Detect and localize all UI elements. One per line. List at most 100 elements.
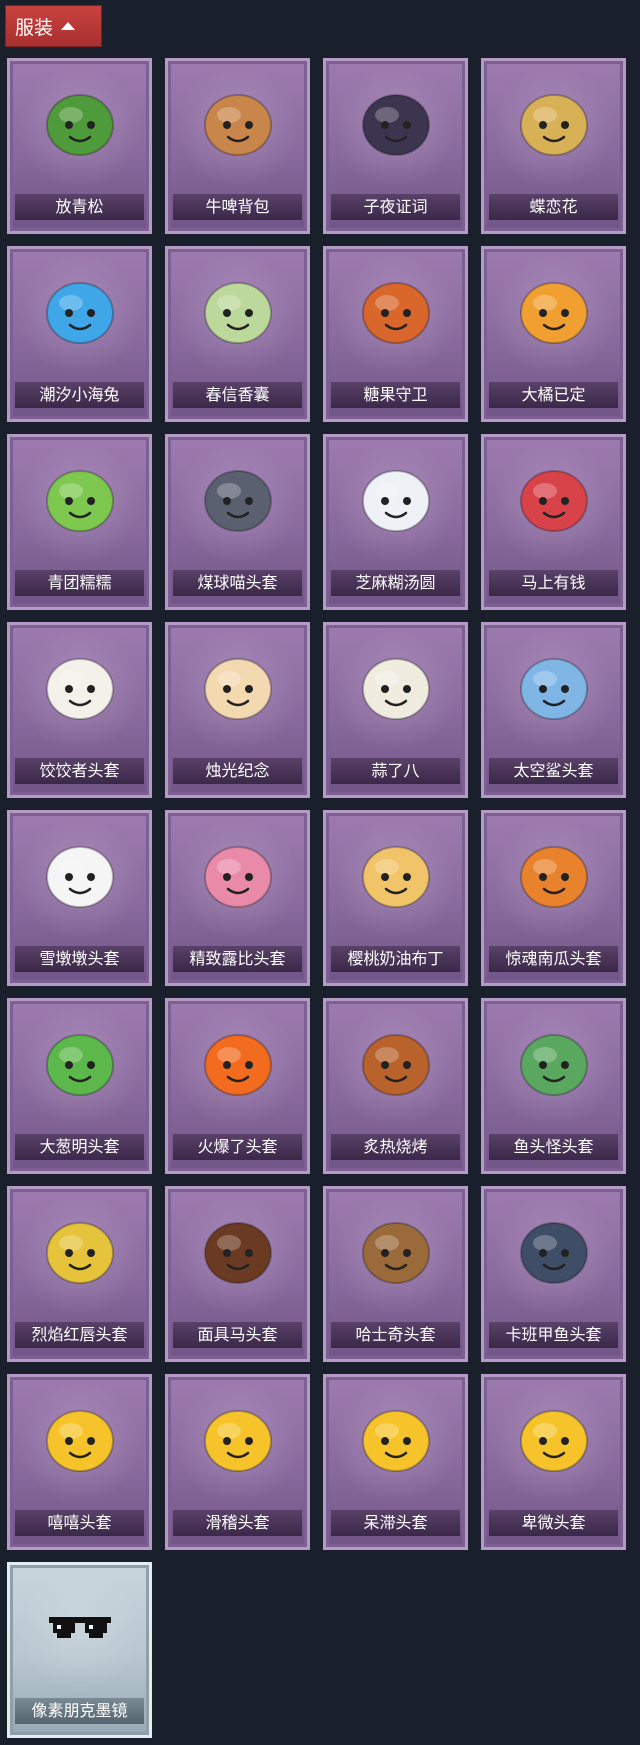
costume-item-card[interactable]: 精致露比头套 (165, 810, 310, 986)
costume-item-card[interactable]: 哈士奇头套 (323, 1186, 468, 1362)
costume-item-label: 鱼头怪头套 (489, 1134, 618, 1160)
costume-item-card[interactable]: 惊魂南瓜头套 (481, 810, 626, 986)
cherry-pudding-icon (355, 831, 437, 913)
costume-item-label: 子夜证词 (331, 194, 460, 220)
costume-item-label: 哈士奇头套 (331, 1322, 460, 1348)
costume-item-label: 青团糯糯 (15, 570, 144, 596)
sachet-pouch-icon (197, 267, 279, 349)
garlic-head-icon (355, 643, 437, 725)
costume-item-card[interactable]: 炙热烧烤 (323, 998, 468, 1174)
costume-item-card[interactable]: 放青松 (7, 58, 152, 234)
costume-item-label: 惊魂南瓜头套 (489, 946, 618, 972)
costume-item-label: 煤球喵头套 (173, 570, 302, 596)
husky-sunglasses-head-icon (355, 1207, 437, 1289)
fire-head-icon (197, 1019, 279, 1101)
dazed-emoji-head-icon (355, 1395, 437, 1477)
costume-item-label: 潮汐小海兔 (15, 382, 144, 408)
costume-item-label: 牛啤背包 (173, 194, 302, 220)
costume-item-label: 蒜了八 (331, 758, 460, 784)
costume-item-card[interactable]: 蝶恋花 (481, 58, 626, 234)
orange-slice-icon (513, 267, 595, 349)
fish-monster-head-icon (513, 1019, 595, 1101)
costume-item-card[interactable]: 春信香囊 (165, 246, 310, 422)
costume-item-card[interactable]: 鱼头怪头套 (481, 998, 626, 1174)
costume-item-card[interactable]: 饺饺者头套 (7, 622, 152, 798)
section-title: 服装 (15, 16, 54, 39)
costume-item-label: 精致露比头套 (173, 946, 302, 972)
costume-item-label: 火爆了头套 (173, 1134, 302, 1160)
costume-item-label: 樱桃奶油布丁 (331, 946, 460, 972)
costume-item-label: 像素朋克墨镜 (15, 1698, 144, 1724)
chevron-up-icon (61, 22, 76, 30)
humble-emoji-head-icon (513, 1395, 595, 1477)
costume-item-label: 呆滞头套 (331, 1510, 460, 1536)
costume-item-card[interactable]: 子夜证词 (323, 58, 468, 234)
pine-bonsai-icon (39, 79, 121, 161)
costume-item-label: 烛光纪念 (173, 758, 302, 784)
costume-grid: 放青松 牛啤背包 子夜证词 蝶恋花潮汐小海兔 春信香囊 糖果守卫 大橘已定青团糯糯 煤球喵头套… (7, 58, 637, 1745)
costume-item-card[interactable]: 马上有钱 (481, 434, 626, 610)
costume-item-label: 马上有钱 (489, 570, 618, 596)
costume-item-card[interactable]: 煤球喵头套 (165, 434, 310, 610)
costume-item-label: 滑稽头套 (173, 1510, 302, 1536)
costume-item-label: 太空鲨头套 (489, 758, 618, 784)
floral-bell-wreath-icon (513, 79, 595, 161)
costume-item-label: 大葱明头套 (15, 1134, 144, 1160)
costume-item-card[interactable]: 牛啤背包 (165, 58, 310, 234)
costume-item-card[interactable]: 雪墩墩头套 (7, 810, 152, 986)
costume-item-card[interactable]: 像素朋克墨镜 (7, 1562, 152, 1738)
candy-scarecrow-icon (355, 267, 437, 349)
plague-doctor-bird-icon (355, 79, 437, 161)
costume-item-card[interactable]: 烛光纪念 (165, 622, 310, 798)
grinning-emoji-head-icon (39, 1395, 121, 1477)
bbq-meat-head-icon (355, 1019, 437, 1101)
dumpling-head-icon (39, 643, 121, 725)
costume-item-card[interactable]: 芝麻糊汤圆 (323, 434, 468, 610)
costume-item-card[interactable]: 火爆了头套 (165, 998, 310, 1174)
costume-item-label: 芝麻糊汤圆 (331, 570, 460, 596)
costume-item-card[interactable]: 糖果守卫 (323, 246, 468, 422)
costume-item-label: 放青松 (15, 194, 144, 220)
costume-item-label: 糖果守卫 (331, 382, 460, 408)
candle-head-icon (197, 643, 279, 725)
costume-item-card[interactable]: 呆滞头套 (323, 1374, 468, 1550)
cow-beer-barrel-icon (197, 79, 279, 161)
catfish-head-icon (513, 1207, 595, 1289)
costume-item-label: 卡班甲鱼头套 (489, 1322, 618, 1348)
costume-item-card[interactable]: 蒜了八 (323, 622, 468, 798)
costume-item-label: 烈焰红唇头套 (15, 1322, 144, 1348)
costume-item-label: 大橘已定 (489, 382, 618, 408)
funny-emoji-head-icon (197, 1395, 279, 1477)
costume-item-card[interactable]: 卑微头套 (481, 1374, 626, 1550)
horse-mask-head-icon (197, 1207, 279, 1289)
costume-item-label: 蝶恋花 (489, 194, 618, 220)
costume-item-label: 炙热烧烤 (331, 1134, 460, 1160)
red-horse-head-icon (513, 455, 595, 537)
yellow-mask-sunglasses-icon (39, 1207, 121, 1289)
costume-item-card[interactable]: 嘻嘻头套 (7, 1374, 152, 1550)
costume-item-label: 面具马头套 (173, 1322, 302, 1348)
costume-item-card[interactable]: 烈焰红唇头套 (7, 1186, 152, 1362)
snowman-reindeer-head-icon (39, 831, 121, 913)
costume-item-card[interactable]: 樱桃奶油布丁 (323, 810, 468, 986)
costume-item-card[interactable]: 面具马头套 (165, 1186, 310, 1362)
scallion-head-icon (39, 1019, 121, 1101)
costume-item-card[interactable]: 青团糯糯 (7, 434, 152, 610)
costume-item-card[interactable]: 潮汐小海兔 (7, 246, 152, 422)
costume-item-card[interactable]: 大橘已定 (481, 246, 626, 422)
costume-item-card[interactable]: 滑稽头套 (165, 1374, 310, 1550)
space-shark-head-icon (513, 643, 595, 725)
pumpkin-head-icon (513, 831, 595, 913)
costume-item-label: 春信香囊 (173, 382, 302, 408)
rice-dumpling-icon (355, 455, 437, 537)
costume-item-card[interactable]: 大葱明头套 (7, 998, 152, 1174)
costume-item-label: 雪墩墩头套 (15, 946, 144, 972)
gray-cat-head-icon (197, 455, 279, 537)
costume-item-label: 卑微头套 (489, 1510, 618, 1536)
pink-beaver-head-icon (197, 831, 279, 913)
costume-item-card[interactable]: 太空鲨头套 (481, 622, 626, 798)
costume-section-toggle[interactable]: 服装 (5, 5, 102, 47)
green-rice-ball-icon (39, 455, 121, 537)
pixel-sunglasses-icon (39, 1583, 121, 1665)
costume-item-card[interactable]: 卡班甲鱼头套 (481, 1186, 626, 1362)
